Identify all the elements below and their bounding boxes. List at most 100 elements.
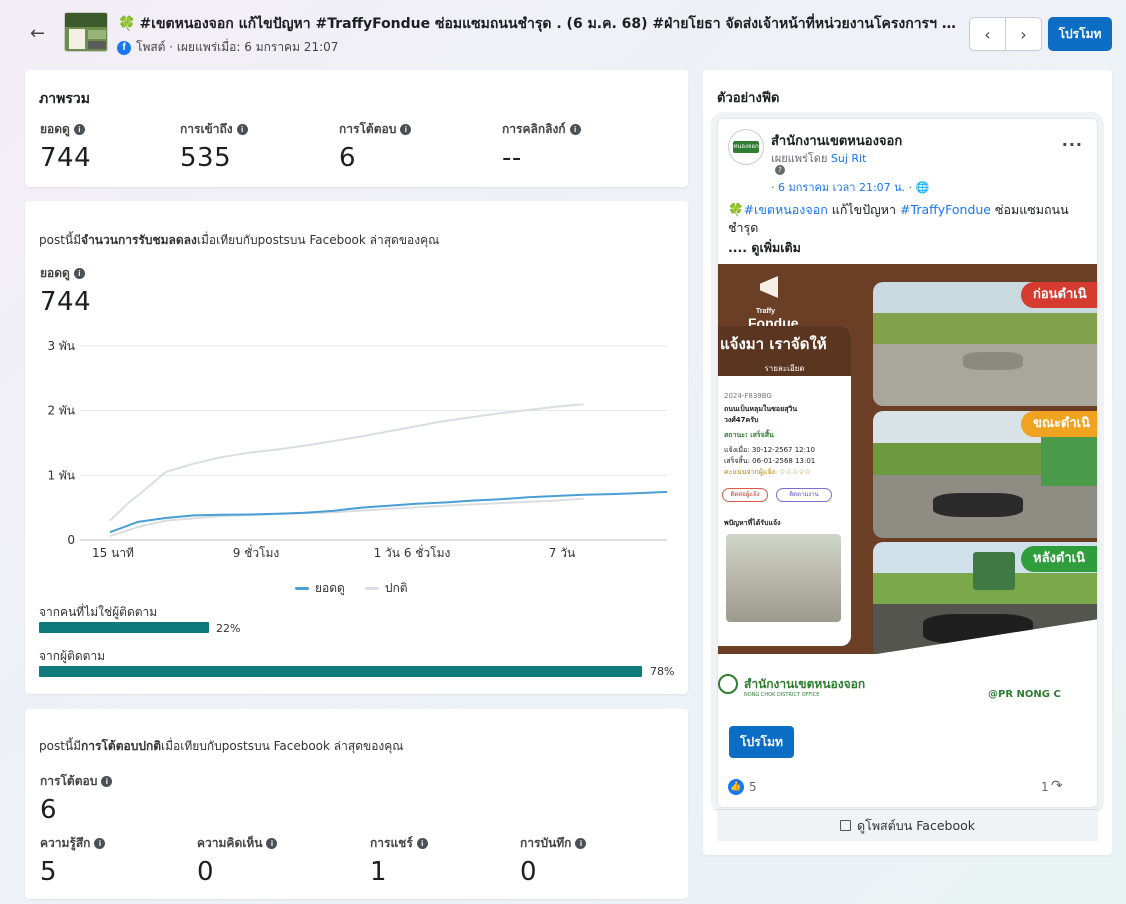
problem-heading: พปัญหาที่ได้รับแจ้ง — [724, 519, 781, 527]
non-followers-bar-fill — [39, 622, 209, 633]
published-by: เผยแพร่โดย Suj Rit — [771, 149, 866, 167]
feed-preview-title: ตัวอย่างฟีด — [717, 91, 780, 106]
info-icon[interactable]: i — [575, 838, 587, 849]
time-sep: · — [905, 181, 916, 194]
office-name-en: NONG CHOK DISTRICT OFFICE — [744, 692, 820, 698]
time-prefix: · — [771, 181, 778, 194]
ticket-title: วงศ์47ครับ — [724, 416, 759, 424]
post-thumbnail — [64, 12, 108, 52]
followers-label: จากผู้ติดตาม — [39, 649, 106, 663]
tag-during: ขณะดำเนิ — [1021, 411, 1097, 437]
legend-swatch — [295, 587, 309, 590]
clover-icon: 🍀 — [118, 16, 136, 32]
hashtag-link[interactable]: #เขตหนองจอก — [744, 202, 828, 217]
facebook-post-preview: หนองจอก สำนักงานเขตหนองจอก เผยแพร่โดย Su… — [717, 118, 1098, 808]
share-count[interactable]: 1 — [1041, 780, 1049, 794]
published-by-label: เผยแพร่โดย — [771, 152, 831, 165]
post-navigation: ‹ › — [969, 17, 1042, 51]
comparison-post: เมื่อเทียบกับpostsบน Facebook ล่าสุดของค… — [161, 739, 404, 753]
back-arrow-icon[interactable]: ← — [30, 24, 52, 46]
ticket-title: ถนนเป็นหลุมในซอยสุวิน — [724, 405, 798, 413]
views-line-chart: 0 1 พัน 2 พัน 3 พัน 15 นาที 9 ชั่วโมง 1 วัน 6 … — [47, 339, 668, 560]
comparison-bold: การโต้ตอบปกติ — [81, 739, 162, 753]
previous-post-button[interactable]: ‹ — [970, 18, 1005, 50]
legend-label: ปกติ — [384, 581, 408, 595]
info-icon[interactable]: i — [569, 124, 581, 135]
x-tick-label: 9 ชั่วโมง — [233, 544, 280, 560]
see-more-link[interactable]: .... ดูเพิ่มเติม — [728, 238, 801, 258]
metric-label: ยอดดู — [40, 122, 70, 136]
post-image[interactable]: Traffy Fondue แจ้งมา เราจัดให้ รายละเอียด… — [718, 264, 1097, 714]
ticket-button: ติดตามงาน — [776, 488, 832, 502]
y-tick-label: 2 พัน — [47, 404, 75, 418]
info-icon[interactable]: i — [236, 124, 248, 135]
legend-item-typical[interactable]: ปกติ — [364, 579, 408, 598]
non-followers-pct: 22% — [216, 622, 241, 635]
x-tick-label: 1 วัน 6 ชั่วโมง — [374, 544, 451, 560]
facebook-icon: f — [117, 40, 131, 55]
interactions-comparison-text: postนี้มีการโต้ตอบปกติเมื่อเทียบกับposts… — [39, 737, 403, 756]
overview-title: ภาพรวม — [39, 91, 90, 107]
page-name[interactable]: สำนักงานเขตหนองจอก — [771, 130, 902, 151]
metric-value: 744 — [40, 143, 92, 173]
info-icon[interactable]: i — [101, 776, 113, 787]
metric-link-clicks: การคลิกลิงก์ i -- — [502, 120, 581, 173]
comparison-pre: postนี้มี — [39, 739, 82, 753]
metric-value: 6 — [339, 143, 357, 173]
promote-post-button[interactable]: โปรโมท — [729, 726, 794, 758]
info-icon[interactable]: i — [94, 838, 106, 849]
metric-value: -- — [502, 143, 522, 173]
metric-views: ยอดดู i 744 — [40, 120, 91, 173]
page-avatar[interactable]: หนองจอก — [728, 129, 764, 165]
y-tick-label: 3 พัน — [47, 339, 75, 353]
more-options-icon[interactable]: ··· — [1062, 135, 1083, 154]
chevron-left-icon: ‹ — [984, 24, 991, 44]
metric-label: การเข้าถึง — [180, 122, 233, 136]
metric-value: 535 — [180, 143, 232, 173]
metric-value: 6 — [40, 795, 58, 825]
metric-label: การคลิกลิงก์ — [502, 122, 566, 136]
view-on-facebook-link[interactable]: ดูโพสต์บน Facebook — [717, 809, 1098, 841]
brand-small: Traffy — [756, 308, 776, 315]
hashtag-link[interactable]: #TraffyFondue — [900, 202, 991, 217]
metric-interactions: การโต้ตอบ i 6 — [339, 120, 412, 173]
ticket-button: ติดต่อผู้แจ้ง — [722, 488, 768, 502]
y-tick-label: 0 — [67, 533, 75, 547]
problem-photo — [726, 534, 841, 622]
globe-icon: 🌐 — [915, 181, 930, 194]
metric-shares: การแชร์ i 1 — [370, 834, 428, 887]
followers-bar-fill — [39, 666, 642, 677]
metric-value: 1 — [370, 857, 388, 887]
metric-label: การโต้ตอบ — [40, 774, 98, 788]
metric-saves: การบันทึก i 0 — [520, 834, 587, 887]
info-icon[interactable]: i — [266, 838, 278, 849]
post-body: 🍀#เขตหนองจอก แก้ไขปัญหา #TraffyFondue ซ่… — [728, 201, 1078, 237]
ticket-status: สถานะ: เสร็จสิ้น — [724, 431, 774, 439]
overview-card: ภาพรวม ยอดดู i 744 การเข้าถึง i 535 การโต้… — [25, 70, 688, 187]
info-icon[interactable]: i — [73, 124, 85, 135]
legend-swatch — [364, 587, 379, 590]
promote-button[interactable]: โปรโมท — [1048, 17, 1112, 51]
followers-bar — [39, 666, 642, 677]
question-icon[interactable]: ? — [775, 165, 785, 175]
metric-label: ความคิดเห็น — [197, 836, 263, 850]
ticket-rating: คะแนนจากผู้แจ้ง: ☆☆☆☆☆ — [724, 468, 811, 476]
timestamp-link[interactable]: 6 มกราคม เวลา 21:07 น. — [778, 181, 905, 194]
share-icon[interactable]: ↷ — [1051, 778, 1063, 794]
info-icon[interactable]: i — [416, 838, 428, 849]
next-post-button[interactable]: › — [1005, 18, 1041, 50]
y-tick-label: 1 พัน — [47, 468, 75, 482]
avatar-text: หนองจอก — [733, 141, 759, 153]
metric-value: 0 — [520, 857, 538, 887]
publisher-link[interactable]: Suj Rit — [831, 152, 867, 165]
like-count[interactable]: 5 — [749, 780, 757, 794]
metric-reactions: ความรู้สึก i 5 — [40, 834, 106, 887]
clover-icon: 🍀 — [728, 202, 744, 217]
views-card: postนี้มีจำนวนการรับชมลดลงเมื่อเทียบกับp… — [25, 201, 688, 694]
info-icon[interactable]: i — [400, 124, 412, 135]
metric-label: ความรู้สึก — [40, 836, 91, 850]
metric-label: การบันทึก — [520, 836, 572, 850]
like-icon[interactable]: 👍 — [728, 779, 744, 795]
view-on-facebook-label: ดูโพสต์บน Facebook — [856, 817, 975, 833]
legend-item-views[interactable]: ยอดดู — [295, 579, 345, 598]
